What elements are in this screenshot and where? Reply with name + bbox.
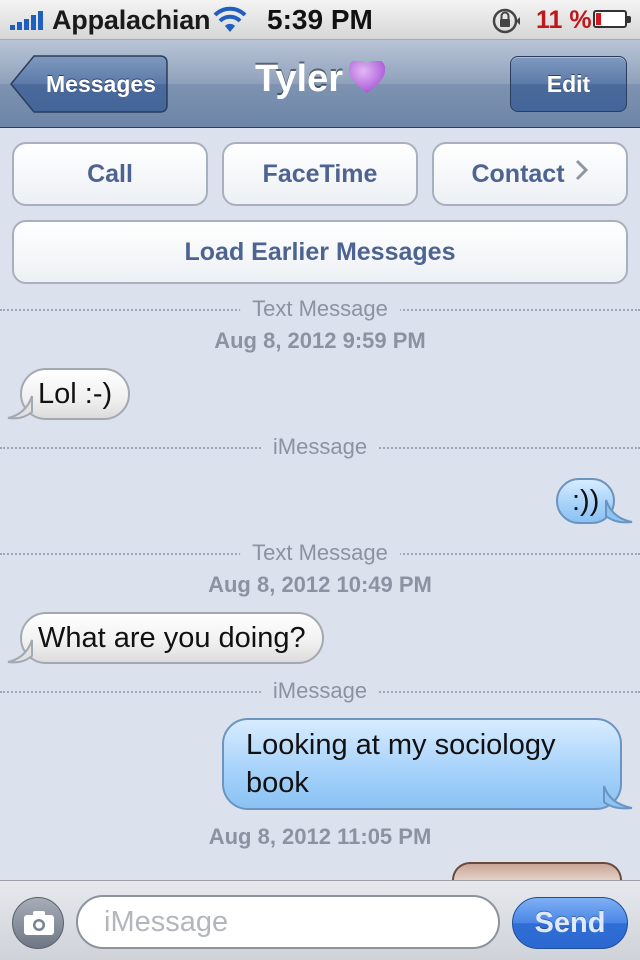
carrier-name: Appalachian [52,5,211,35]
received-message-bubble[interactable]: What are you doing? [20,612,324,664]
sent-message-bubble[interactable]: Looking at my sociology book [222,718,622,810]
message-text: What are you doing? [38,622,306,654]
message-text: Looking at my sociology book [246,729,556,799]
divider-label: Text Message [240,294,400,324]
battery-icon [593,10,631,28]
divider-label: iMessage [260,676,380,706]
divider-label: iMessage [260,432,380,462]
back-button-label: Messages [46,71,156,97]
contact-button-label: Contact [471,160,565,188]
message-type-divider: Text Message [0,538,640,568]
status-time: 5:39 PM [267,4,373,35]
send-button[interactable]: Send [512,897,628,949]
message-type-divider: iMessage [0,432,640,462]
message-type-divider: iMessage [0,676,640,706]
message-timestamp: Aug 8, 2012 10:49 PM [208,572,432,597]
camera-button[interactable] [12,897,64,949]
chevron-right-icon [575,159,588,181]
camera-icon [24,911,54,935]
bubble-tail [7,639,33,664]
message-type-divider: Text Message [0,294,640,324]
wifi-icon [213,6,247,32]
navigation-bar: Messages Tyler Edit [0,40,640,128]
message-text: :)) [572,485,600,517]
conversation-title: Tyler [200,58,440,101]
load-earlier-messages-button[interactable]: Load Earlier Messages [12,220,628,284]
bubble-tail [7,395,33,420]
message-input[interactable] [76,895,500,949]
purple-heart-icon [349,61,385,93]
facetime-button[interactable]: FaceTime [222,142,418,206]
call-button[interactable]: Call [12,142,208,206]
message-timestamp: Aug 8, 2012 11:05 PM [208,824,432,849]
message-timestamp: Aug 8, 2012 9:59 PM [214,328,426,353]
received-message-bubble[interactable]: Lol :-) [20,368,131,420]
rotation-lock-icon [492,8,520,34]
contact-name: Tyler [254,58,343,100]
signal-strength-icon [10,10,46,30]
bubble-tail [603,785,633,810]
message-text: Lol :-) [38,378,113,410]
contact-button[interactable]: Contact [432,142,628,206]
status-bar: Appalachian 5:39 PM 11 % [0,0,640,40]
battery-percent: 11 % [536,6,592,34]
back-button[interactable]: Messages [10,55,168,113]
edit-button[interactable]: Edit [510,56,627,112]
divider-label: Text Message [240,538,400,568]
message-composer: Send [0,880,640,960]
bubble-tail [605,499,633,524]
